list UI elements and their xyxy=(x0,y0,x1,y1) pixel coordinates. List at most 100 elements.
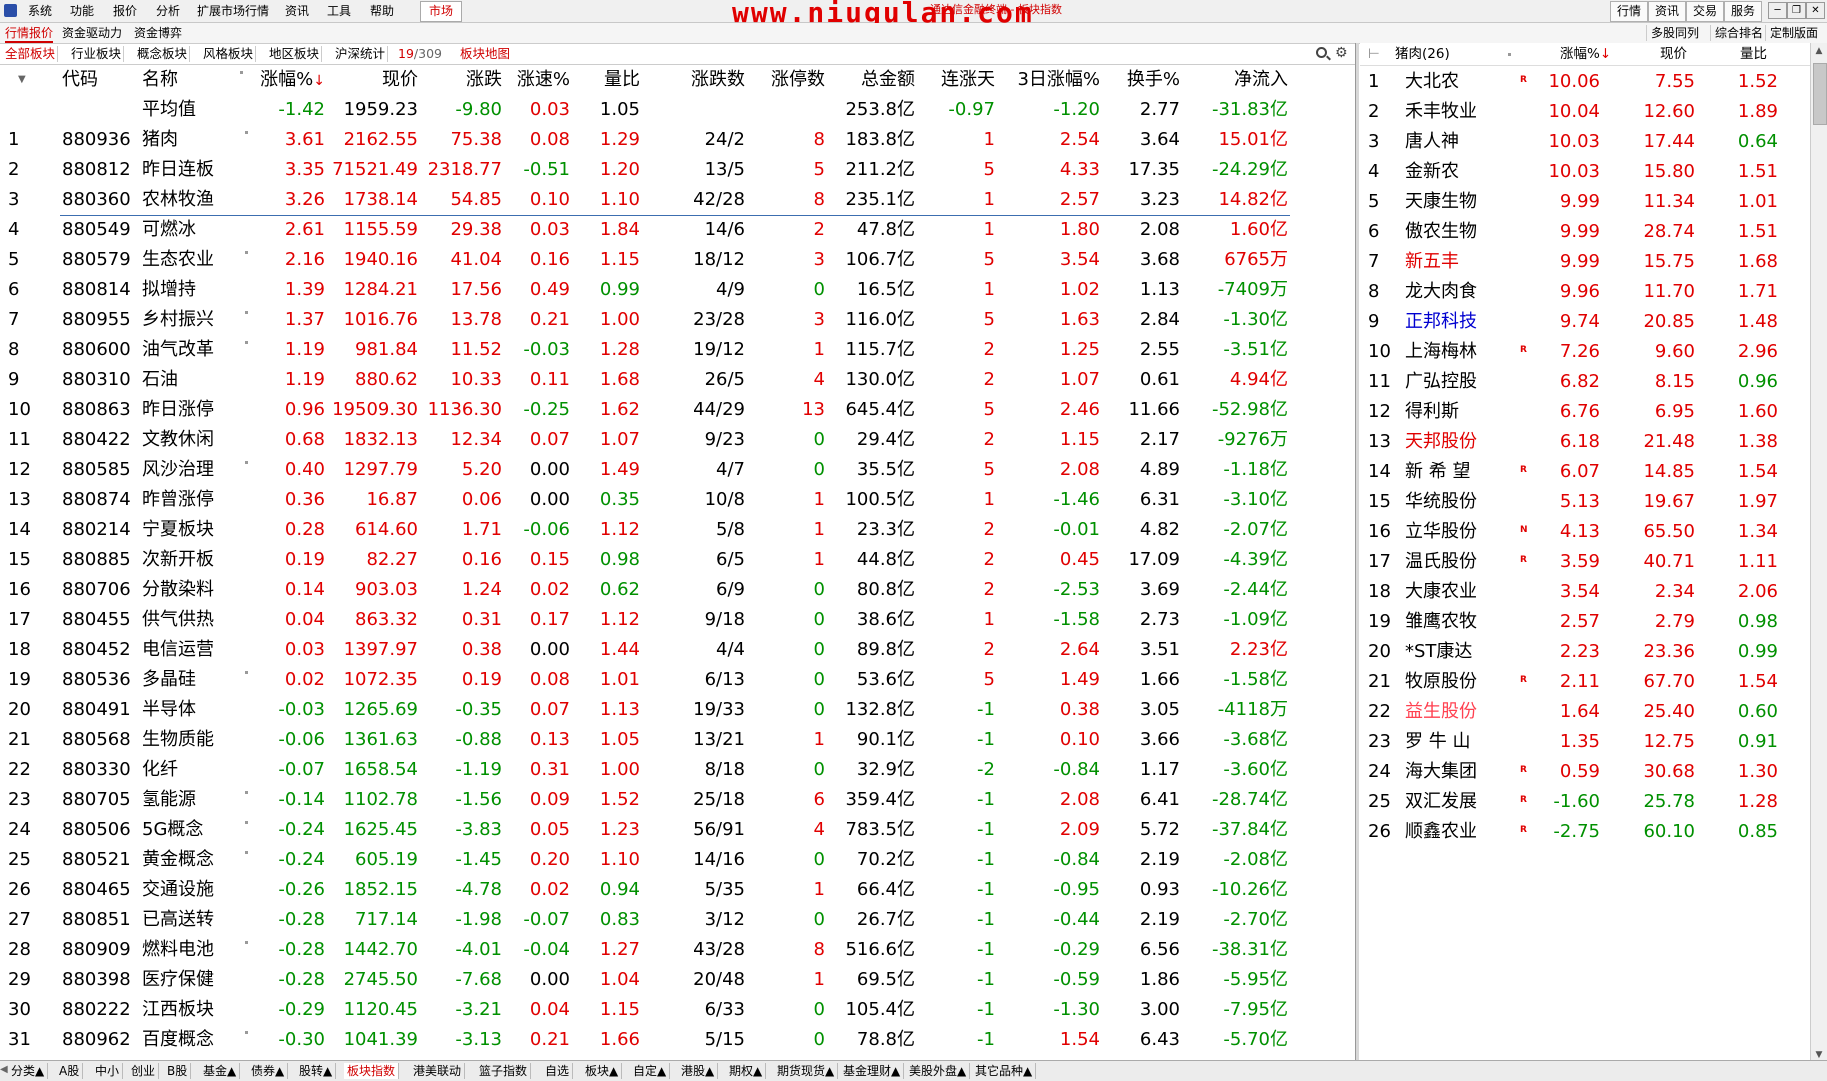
header-3day[interactable]: 3日涨幅% xyxy=(1010,65,1100,95)
constituent-row[interactable]: 2 禾丰牧业 10.04 12.60 1.89 xyxy=(1360,97,1810,127)
table-row[interactable]: 27 880851 已高送转 -0.28 717.14 -1.98 -0.07 0.83 3/1… xyxy=(0,905,1355,935)
table-row[interactable]: 2 880812 昨日连板 3.35 71521.49 2318.77 -0.51 1.20 1… xyxy=(0,155,1355,185)
table-row[interactable]: 18 880452 电信运营 0.03 1397.97 0.38 0.00 1.44 4/4 0 8… xyxy=(0,635,1355,665)
constituent-row[interactable]: 3 唐人神 10.03 17.44 0.64 xyxy=(1360,127,1810,157)
table-row[interactable]: 30 880222 江西板块 -0.29 1120.45 -3.21 0.04 1.15 6/3… xyxy=(0,995,1355,1025)
menu-quote[interactable]: 报价 xyxy=(113,3,137,19)
constituent-row[interactable]: 20 *ST康达 2.23 23.36 0.99 xyxy=(1360,637,1810,667)
sector-map-link[interactable]: 板块地图 xyxy=(460,46,510,62)
bottom-scroll-left-icon[interactable]: ◀ xyxy=(0,1064,8,1075)
tab-quote[interactable]: 行情报价 xyxy=(5,25,54,43)
gear-icon[interactable]: ⚙ xyxy=(1335,46,1348,60)
header-speed[interactable]: 涨速% xyxy=(505,65,570,95)
tab-capital-drive[interactable]: 资金驱动力 xyxy=(62,25,122,41)
top-service-button[interactable]: 服务 xyxy=(1724,1,1763,22)
bottom-tab[interactable]: 自选 xyxy=(542,1063,574,1079)
bottom-tab[interactable]: 分类▲ xyxy=(8,1063,49,1079)
menu-tools[interactable]: 工具 xyxy=(327,3,351,19)
constituent-row[interactable]: 24 海大集团 R 0.59 30.68 1.30 xyxy=(1360,757,1810,787)
menu-help[interactable]: 帮助 xyxy=(370,3,394,19)
table-row[interactable]: 14 880214 宁夏板块 0.28 614.60 1.71 -0.06 1.12 5/8 1 2… xyxy=(0,515,1355,545)
table-row[interactable]: 5 880579 生态农业 2.16 1940.16 41.04 0.16 1.15 18/12… xyxy=(0,245,1355,275)
bottom-tab[interactable]: 港股▲ xyxy=(678,1063,719,1079)
menu-news[interactable]: 资讯 xyxy=(285,3,309,19)
rheader-pct[interactable]: 涨幅%↓ xyxy=(1560,43,1611,65)
bottom-tab[interactable]: B股 xyxy=(164,1063,192,1079)
constituent-row[interactable]: 9 正邦科技 9.74 20.85 1.48 xyxy=(1360,307,1810,337)
menu-function[interactable]: 功能 xyxy=(70,3,94,19)
right-scrollbar[interactable]: ▲ ▼ xyxy=(1810,43,1827,1063)
table-row[interactable]: 29 880398 医疗保健 -0.28 2745.50 -7.68 0.00 1.04 20/… xyxy=(0,965,1355,995)
rheader-price[interactable]: 现价 xyxy=(1660,43,1687,65)
table-row[interactable]: 6 880814 拟增持 1.39 1284.21 17.56 0.49 0.99 4/9 0 16… xyxy=(0,275,1355,305)
constituent-row[interactable]: 7 新五丰 9.99 15.75 1.68 xyxy=(1360,247,1810,277)
top-news-button[interactable]: 资讯 xyxy=(1648,1,1687,22)
table-row[interactable]: 9 880310 石油 1.19 880.62 10.33 0.11 1.68 26/5 4 130… xyxy=(0,365,1355,395)
header-net-flow[interactable]: 净流入 xyxy=(1180,65,1288,95)
header-up-down[interactable]: 涨跌数 xyxy=(655,65,745,95)
header-pct[interactable]: 涨幅%↓ xyxy=(250,65,325,96)
bottom-tab[interactable]: 债券▲ xyxy=(248,1063,289,1079)
header-price[interactable]: 现价 xyxy=(330,65,418,95)
bottom-tab[interactable]: 自定▲ xyxy=(630,1063,671,1079)
table-row[interactable]: 24 880506 5G概念 -0.24 1625.45 -3.83 0.05 1.23 56/… xyxy=(0,815,1355,845)
table-row[interactable]: 12 880585 风沙治理 0.40 1297.79 5.20 0.00 1.49 4/7 0 3… xyxy=(0,455,1355,485)
constituent-row[interactable]: 15 华统股份 5.13 19.67 1.97 xyxy=(1360,487,1810,517)
constituent-row[interactable]: 1 大北农 R 10.06 7.55 1.52 xyxy=(1360,67,1810,97)
header-streak[interactable]: 连涨天 xyxy=(915,65,995,95)
bottom-tab[interactable]: 美股外盘▲ xyxy=(906,1063,971,1079)
restore-icon[interactable]: ❐ xyxy=(1787,2,1806,19)
table-row[interactable]: 22 880330 化纤 -0.07 1658.54 -1.19 0.31 1.00 8/18 0… xyxy=(0,755,1355,785)
constituent-row[interactable]: 13 天邦股份 6.18 21.48 1.38 xyxy=(1360,427,1810,457)
bottom-tab[interactable]: 中小 xyxy=(92,1063,124,1079)
header-arrow-icon[interactable]: ▼ xyxy=(18,65,26,95)
header-turnover[interactable]: 换手% xyxy=(1100,65,1180,95)
constituent-row[interactable]: 16 立华股份 N 4.13 65.50 1.34 xyxy=(1360,517,1810,547)
table-row[interactable]: 4 880549 可燃冰 2.61 1155.59 29.38 0.03 1.84 14/6 2 4… xyxy=(0,215,1355,245)
market-button[interactable]: 市场 xyxy=(420,1,463,22)
bottom-tab[interactable]: 期货现货▲ xyxy=(774,1063,839,1079)
tab-style-sectors[interactable]: 风格板块 xyxy=(201,46,257,62)
constituent-row[interactable]: 10 上海梅林 R 7.26 9.60 2.96 xyxy=(1360,337,1810,367)
table-row[interactable]: 21 880568 生物质能 -0.06 1361.63 -0.88 0.13 1.05 13/… xyxy=(0,725,1355,755)
bottom-tab[interactable]: 创业 xyxy=(128,1063,160,1079)
tab-capital-game[interactable]: 资金博弈 xyxy=(134,25,182,41)
scroll-up-icon[interactable]: ▲ xyxy=(1813,45,1825,57)
menu-analysis[interactable]: 分析 xyxy=(156,3,180,19)
average-row[interactable]: 平均值 -1.42 1959.23 -9.80 0.03 1.05 253.8亿 -0.97 -… xyxy=(0,95,1355,125)
constituent-row[interactable]: 6 傲农生物 9.99 28.74 1.51 xyxy=(1360,217,1810,247)
table-row[interactable]: 23 880705 氢能源 -0.14 1102.78 -1.56 0.09 1.52 25/1… xyxy=(0,785,1355,815)
tab-industry-sectors[interactable]: 行业板块 xyxy=(69,46,125,62)
tab-region-sectors[interactable]: 地区板块 xyxy=(267,46,323,62)
multi-stock-button[interactable]: 多股同列 xyxy=(1646,25,1703,41)
minimize-icon[interactable]: ─ xyxy=(1768,2,1787,19)
constituent-row[interactable]: 4 金新农 10.03 15.80 1.51 xyxy=(1360,157,1810,187)
scrollbar-thumb[interactable] xyxy=(1813,63,1827,125)
constituent-row[interactable]: 17 温氏股份 R 3.59 40.71 1.11 xyxy=(1360,547,1810,577)
bottom-tab[interactable]: 板块指数 xyxy=(344,1063,400,1079)
table-row[interactable]: 10 880863 昨日涨停 0.96 19509.30 1136.30 -0.25 1.62… xyxy=(0,395,1355,425)
table-row[interactable]: 13 880874 昨曾涨停 0.36 16.87 0.06 0.00 0.35 10/8 1 10… xyxy=(0,485,1355,515)
constituent-row[interactable]: 21 牧原股份 R 2.11 67.70 1.54 xyxy=(1360,667,1810,697)
bottom-tab[interactable]: 其它品种▲ xyxy=(972,1063,1037,1079)
header-name[interactable]: 名称 xyxy=(142,65,178,95)
constituent-row[interactable]: 5 天康生物 9.99 11.34 1.01 xyxy=(1360,187,1810,217)
bottom-tab[interactable]: 股转▲ xyxy=(296,1063,337,1079)
constituent-row[interactable]: 11 广弘控股 6.82 8.15 0.96 xyxy=(1360,367,1810,397)
table-row[interactable]: 11 880422 文教休闲 0.68 1832.13 12.34 0.07 1.07 9/23… xyxy=(0,425,1355,455)
bottom-tab[interactable]: A股 xyxy=(56,1063,84,1079)
table-row[interactable]: 3 880360 农林牧渔 3.26 1738.14 54.85 0.10 1.10 42/28… xyxy=(0,185,1355,215)
table-row[interactable]: 8 880600 油气改革 1.19 981.84 11.52 -0.03 1.28 19/12… xyxy=(0,335,1355,365)
constituent-row[interactable]: 26 顺鑫农业 R -2.75 60.10 0.85 xyxy=(1360,817,1810,847)
table-row[interactable]: 31 880962 百度概念 -0.30 1041.39 -3.13 0.21 1.66 5/1… xyxy=(0,1025,1355,1055)
bottom-tab[interactable]: 板块▲ xyxy=(582,1063,623,1079)
table-row[interactable]: 26 880465 交通设施 -0.26 1852.15 -4.78 0.02 0.94 5/3… xyxy=(0,875,1355,905)
constituent-row[interactable]: 19 雏鹰农牧 2.57 2.79 0.98 xyxy=(1360,607,1810,637)
table-row[interactable]: 1 880936 猪肉 3.61 2162.55 75.38 0.08 1.29 24/2 8 18… xyxy=(0,125,1355,155)
menu-ext-market[interactable]: 扩展市场行情 xyxy=(197,3,269,19)
table-row[interactable]: 28 880909 燃料电池 -0.28 1442.70 -4.01 -0.04 1.27 43… xyxy=(0,935,1355,965)
constituent-row[interactable]: 12 得利斯 6.76 6.95 1.60 xyxy=(1360,397,1810,427)
constituent-row[interactable]: 8 龙大肉食 9.96 11.70 1.71 xyxy=(1360,277,1810,307)
constituent-row[interactable]: 23 罗 牛 山 1.35 12.75 0.91 xyxy=(1360,727,1810,757)
close-icon[interactable]: ✕ xyxy=(1806,2,1825,19)
